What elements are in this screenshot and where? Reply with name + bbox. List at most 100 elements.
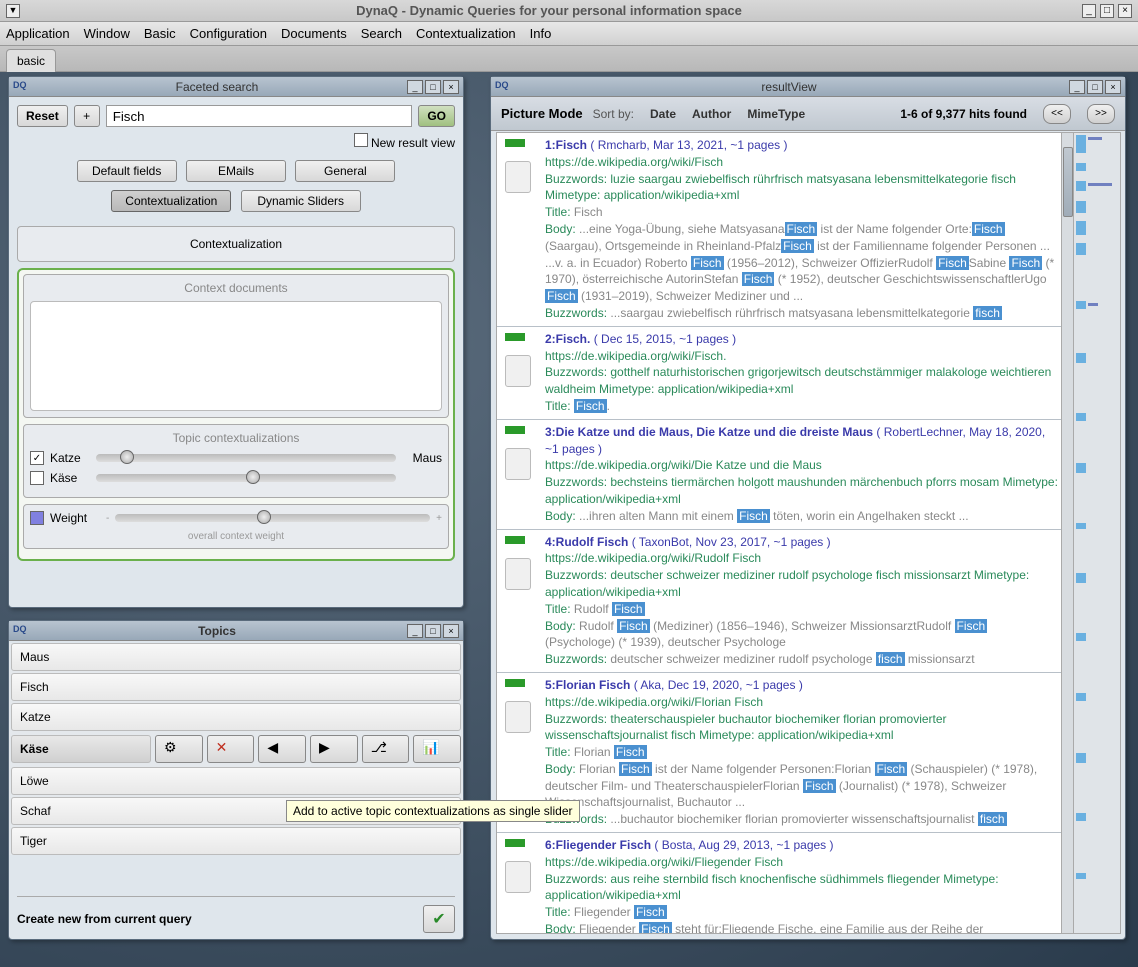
faceted-titlebar: DQ Faceted search _ □ × <box>9 77 463 97</box>
weight-minus[interactable]: - <box>106 513 109 524</box>
topic-item-katze[interactable]: Katze <box>11 703 461 731</box>
result-item[interactable]: 5:Florian Fisch ( Aka, Dec 19, 2020, ~1 … <box>497 673 1066 833</box>
app-titlebar: ▼ DynaQ - Dynamic Queries for your perso… <box>0 0 1138 22</box>
topic-list: Maus Fisch Katze Käse ⚙ ✕ ◀ ▶ ⎇ 📊 Löwe S… <box>9 643 463 855</box>
results-minimap[interactable] <box>1073 132 1121 934</box>
slider2-track[interactable] <box>96 474 396 482</box>
topic-item-fisch[interactable]: Fisch <box>11 673 461 701</box>
minimize-icon[interactable]: _ <box>407 624 423 638</box>
maximize-icon[interactable]: □ <box>425 624 441 638</box>
topic-item-maus[interactable]: Maus <box>11 643 461 671</box>
context-docs-area[interactable] <box>30 301 442 411</box>
default-fields-button[interactable]: Default fields <box>77 160 177 182</box>
reset-button[interactable]: Reset <box>17 105 68 127</box>
context-docs-label: Context documents <box>30 281 442 295</box>
maximize-icon[interactable]: □ <box>1100 4 1114 18</box>
confirm-icon[interactable]: ✔ <box>423 905 455 933</box>
relevance-badge <box>505 426 525 434</box>
search-input[interactable] <box>106 105 413 127</box>
emails-button[interactable]: EMails <box>186 160 286 182</box>
sort-by-label: Sort by: <box>593 107 634 121</box>
new-result-label: New result view <box>371 136 455 150</box>
slider-right-icon[interactable]: ▶ <box>310 735 358 763</box>
slider2-thumb[interactable] <box>246 470 260 484</box>
delete-icon[interactable]: ✕ <box>207 735 255 763</box>
sort-author[interactable]: Author <box>692 107 731 121</box>
sort-mimetype[interactable]: MimeType <box>747 107 805 121</box>
menu-basic[interactable]: Basic <box>144 26 176 41</box>
menu-search[interactable]: Search <box>361 26 402 41</box>
weight-thumb[interactable] <box>257 510 271 524</box>
context-frame: Context documents Topic contextualizatio… <box>17 268 455 561</box>
document-icon <box>505 355 531 387</box>
contextualization-mode-button[interactable]: Contextualization <box>111 190 231 212</box>
maximize-icon[interactable]: □ <box>1087 80 1103 94</box>
tabbar: basic <box>0 46 1138 72</box>
result-item[interactable]: 3:Die Katze und die Maus, Die Katze und … <box>497 420 1066 530</box>
relevance-badge <box>505 333 525 341</box>
faceted-search-window: DQ Faceted search _ □ × Reset + GO New r… <box>8 76 464 608</box>
menu-configuration[interactable]: Configuration <box>190 26 267 41</box>
menu-application[interactable]: Application <box>6 26 70 41</box>
relevance-badge <box>505 536 525 544</box>
topic-item-tiger[interactable]: Tiger <box>11 827 461 855</box>
menubar: Application Window Basic Configuration D… <box>0 22 1138 46</box>
slider-left-icon[interactable]: ◀ <box>258 735 306 763</box>
weight-label: Weight <box>50 511 100 525</box>
dynamic-sliders-mode-button[interactable]: Dynamic Sliders <box>241 190 361 212</box>
go-button[interactable]: GO <box>418 105 455 127</box>
topic-item-loewe[interactable]: Löwe <box>11 767 461 795</box>
tab-basic[interactable]: basic <box>6 49 56 72</box>
menu-documents[interactable]: Documents <box>281 26 347 41</box>
result-title: resultView <box>511 80 1067 94</box>
menu-window[interactable]: Window <box>84 26 130 41</box>
slider1-thumb[interactable] <box>120 450 134 464</box>
result-item[interactable]: 6:Fliegender Fisch ( Bosta, Aug 29, 2013… <box>497 833 1066 934</box>
dq-icon: DQ <box>13 80 29 94</box>
result-header: Picture Mode Sort by: Date Author MimeTy… <box>491 97 1125 131</box>
sort-date[interactable]: Date <box>650 107 676 121</box>
branch-icon[interactable]: ⎇ <box>362 735 410 763</box>
slider1-track[interactable] <box>96 454 396 462</box>
slider2-left: Käse <box>50 471 90 485</box>
picture-mode-button[interactable]: Picture Mode <box>501 106 583 121</box>
weight-track[interactable] <box>115 514 430 522</box>
document-icon <box>505 161 531 193</box>
maximize-icon[interactable]: □ <box>425 80 441 94</box>
weight-color-icon <box>30 511 44 525</box>
faceted-body: Reset + GO New result view Default field… <box>9 97 463 569</box>
document-icon <box>505 558 531 590</box>
menu-info[interactable]: Info <box>530 26 552 41</box>
weight-caption: overall context weight <box>30 531 442 542</box>
result-item[interactable]: 1:Fisch ( Rmcharb, Mar 13, 2021, ~1 page… <box>497 133 1066 327</box>
close-icon[interactable]: × <box>1105 80 1121 94</box>
minimize-icon[interactable]: _ <box>1082 4 1096 18</box>
document-icon <box>505 448 531 480</box>
next-page-button[interactable]: >> <box>1087 104 1115 124</box>
weight-plus[interactable]: + <box>436 513 442 524</box>
gear-icon[interactable]: ⚙ <box>155 735 203 763</box>
create-from-query-label: Create new from current query <box>17 912 423 926</box>
slider1-right: Maus <box>402 451 442 465</box>
menu-contextualization[interactable]: Contextualization <box>416 26 516 41</box>
result-item[interactable]: 2:Fisch. ( Dec 15, 2015, ~1 pages )https… <box>497 327 1066 420</box>
slider1-checkbox[interactable]: ✓ <box>30 451 44 465</box>
minimize-icon[interactable]: _ <box>407 80 423 94</box>
desktop: DQ Faceted search _ □ × Reset + GO New r… <box>0 72 1138 967</box>
relevance-badge <box>505 679 525 687</box>
result-item[interactable]: 4:Rudolf Fisch ( TaxonBot, Nov 23, 2017,… <box>497 530 1066 673</box>
close-icon[interactable]: × <box>443 624 459 638</box>
general-button[interactable]: General <box>295 160 395 182</box>
add-term-button[interactable]: + <box>74 105 100 127</box>
dq-icon: DQ <box>13 624 29 638</box>
results-list: 1:Fisch ( Rmcharb, Mar 13, 2021, ~1 page… <box>496 132 1067 934</box>
chart-icon[interactable]: 📊 <box>413 735 461 763</box>
topic-item-kaese[interactable]: Käse <box>11 735 151 763</box>
prev-page-button[interactable]: << <box>1043 104 1071 124</box>
close-icon[interactable]: × <box>1118 4 1132 18</box>
scrollbar-thumb[interactable] <box>1063 147 1073 217</box>
minimize-icon[interactable]: _ <box>1069 80 1085 94</box>
new-result-checkbox[interactable] <box>354 133 368 147</box>
close-icon[interactable]: × <box>443 80 459 94</box>
slider2-checkbox[interactable] <box>30 471 44 485</box>
